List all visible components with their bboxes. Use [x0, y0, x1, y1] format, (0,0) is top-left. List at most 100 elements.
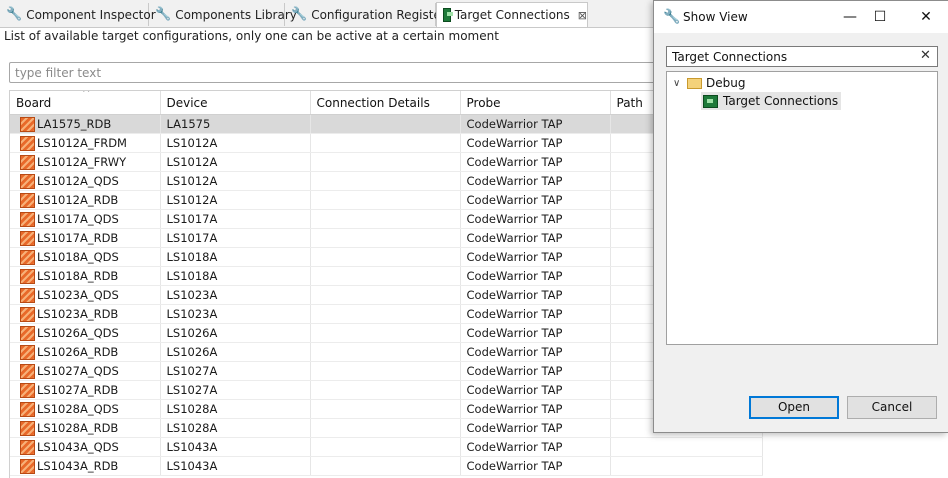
- tree-item-target-connections[interactable]: Target Connections: [701, 92, 842, 110]
- maximize-button[interactable]: ☐: [865, 7, 895, 27]
- tree-item-debug[interactable]: ∨ Debug: [673, 74, 745, 92]
- board-icon: [20, 306, 35, 322]
- tab-target-connections[interactable]: Target Connections ⊠: [436, 2, 588, 27]
- column-label: Path: [616, 95, 643, 110]
- column-header-probe[interactable]: Probe: [460, 91, 611, 115]
- board-icon: [20, 458, 35, 474]
- wrench-icon: 🔧: [155, 7, 172, 22]
- open-button[interactable]: Open: [749, 396, 839, 419]
- connection-details-cell: [310, 152, 461, 172]
- board-cell: LS1043A_QDS: [10, 437, 161, 457]
- device-cell: LS1027A: [160, 361, 311, 381]
- probe-cell: CodeWarrior TAP: [460, 456, 611, 476]
- device-cell: LS1012A: [160, 171, 311, 191]
- table-row[interactable]: LS1018A_RDB LS1018A CodeWarrior TAP: [10, 266, 763, 286]
- device-cell: LS1026A: [160, 323, 311, 343]
- board-icon: [20, 420, 35, 436]
- tab-label: Target Connections: [454, 8, 570, 22]
- device-cell: LS1017A: [160, 209, 311, 229]
- board-cell: LS1026A_RDB: [10, 342, 161, 362]
- probe-cell: CodeWarrior TAP: [460, 380, 611, 400]
- wrench-icon: 🔧: [6, 7, 23, 22]
- dialog-title: Show View: [683, 10, 748, 24]
- table-row[interactable]: LS1012A_FRWY LS1012A CodeWarrior TAP: [10, 152, 763, 172]
- board-cell: LS1027A_QDS: [10, 361, 161, 381]
- view-search-input[interactable]: [666, 46, 938, 67]
- tree-item-label: Target Connections: [723, 94, 839, 108]
- column-header-connection-details[interactable]: Connection Details: [310, 91, 461, 115]
- device-cell: LS1027A: [160, 380, 311, 400]
- board-cell: LS1012A_FRDM: [10, 133, 161, 153]
- minimize-button[interactable]: —: [835, 7, 865, 27]
- board-cell: LS1018A_QDS: [10, 247, 161, 267]
- table-row[interactable]: LA1575_RDB LA1575 CodeWarrior TAP: [10, 114, 763, 134]
- tree-item-label: Debug: [706, 76, 746, 90]
- table-row[interactable]: LS1043A_RDB LS1043A CodeWarrior TAP: [10, 456, 763, 476]
- board-cell: LS1028A_QDS: [10, 399, 161, 419]
- table-row[interactable]: LS1028A_QDS LS1028A CodeWarrior TAP: [10, 399, 763, 419]
- device-cell: LS1012A: [160, 133, 311, 153]
- table-row[interactable]: LS1023A_RDB LS1023A CodeWarrior TAP: [10, 304, 763, 324]
- table-row[interactable]: LS1012A_FRDM LS1012A CodeWarrior TAP: [10, 133, 763, 153]
- board-name: LS1012A_RDB: [37, 193, 119, 207]
- device-cell: LS1028A: [160, 399, 311, 419]
- column-header-device[interactable]: Device: [160, 91, 311, 115]
- board-icon: [20, 249, 35, 265]
- probe-cell: CodeWarrior TAP: [460, 361, 611, 381]
- table-row[interactable]: LS1027A_QDS LS1027A CodeWarrior TAP: [10, 361, 763, 381]
- board-cell: LS1043A_RDB: [10, 456, 161, 476]
- probe-cell: CodeWarrior TAP: [460, 209, 611, 229]
- table-row[interactable]: LS1026A_RDB LS1026A CodeWarrior TAP: [10, 342, 763, 362]
- table-row[interactable]: LS1017A_QDS LS1017A CodeWarrior TAP: [10, 209, 763, 229]
- board-name: LS1026A_QDS: [37, 326, 119, 340]
- chip-icon: [703, 94, 718, 108]
- connection-details-cell: [310, 342, 461, 362]
- board-name: LS1023A_QDS: [37, 288, 119, 302]
- device-cell: LS1043A: [160, 437, 311, 457]
- device-cell: LS1018A: [160, 247, 311, 267]
- table-row[interactable]: LS1017A_RDB LS1017A CodeWarrior TAP: [10, 228, 763, 248]
- clear-search-icon[interactable]: ✕: [920, 48, 931, 63]
- table-row[interactable]: LS1012A_QDS LS1012A CodeWarrior TAP: [10, 171, 763, 191]
- device-cell: LA1575: [160, 114, 311, 134]
- table-row[interactable]: LS1018A_QDS LS1018A CodeWarrior TAP: [10, 247, 763, 267]
- probe-cell: CodeWarrior TAP: [460, 399, 611, 419]
- close-button[interactable]: ✕: [911, 7, 941, 27]
- table-row[interactable]: LS1027A_RDB LS1027A CodeWarrior TAP: [10, 380, 763, 400]
- tab-label: Component Inspector: [26, 7, 156, 22]
- board-icon: [20, 268, 35, 284]
- table-row[interactable]: LS1028A_RDB LS1028A CodeWarrior TAP: [10, 418, 763, 438]
- tab-components-library[interactable]: 🔧 Components Library: [149, 3, 297, 26]
- board-icon: [20, 344, 35, 360]
- chevron-down-icon[interactable]: ∨: [673, 78, 685, 89]
- board-name: LS1028A_RDB: [37, 421, 119, 435]
- board-cell: LS1023A_RDB: [10, 304, 161, 324]
- table-row[interactable]: LS1012A_RDB LS1012A CodeWarrior TAP: [10, 190, 763, 210]
- device-cell: LS1023A: [160, 304, 311, 324]
- cancel-button[interactable]: Cancel: [847, 396, 937, 419]
- board-icon: [20, 173, 35, 189]
- dialog-titlebar[interactable]: 🔧 Show View — ☐ ✕: [654, 1, 948, 33]
- board-cell: LS1012A_RDB: [10, 190, 161, 210]
- probe-cell: CodeWarrior TAP: [460, 323, 611, 343]
- connection-details-cell: [310, 323, 461, 343]
- connection-details-cell: [310, 361, 461, 381]
- view-description: List of available target configurations,…: [4, 29, 499, 43]
- tab-label: Components Library: [175, 7, 297, 22]
- table-row[interactable]: LS1043A_QDS LS1043A CodeWarrior TAP: [10, 437, 763, 457]
- close-icon[interactable]: ⊠: [578, 9, 587, 22]
- probe-cell: CodeWarrior TAP: [460, 266, 611, 286]
- table-header-row: ^ Board Device Connection Details Probe …: [10, 91, 763, 115]
- path-cell: [610, 456, 763, 476]
- path-cell: [610, 437, 763, 457]
- table-row[interactable]: LS1026A_QDS LS1026A CodeWarrior TAP: [10, 323, 763, 343]
- tab-component-inspector[interactable]: 🔧 Component Inspector: [0, 3, 156, 26]
- board-name: LS1023A_RDB: [37, 307, 119, 321]
- table-row[interactable]: LS1023A_QDS LS1023A CodeWarrior TAP: [10, 285, 763, 305]
- connection-details-cell: [310, 190, 461, 210]
- board-name: LS1012A_FRDM: [37, 136, 127, 150]
- column-header-board[interactable]: ^ Board: [10, 91, 161, 115]
- connection-details-cell: [310, 456, 461, 476]
- tab-configuration-registers[interactable]: 🔧 Configuration Registers: [285, 3, 452, 26]
- connection-details-cell: [310, 266, 461, 286]
